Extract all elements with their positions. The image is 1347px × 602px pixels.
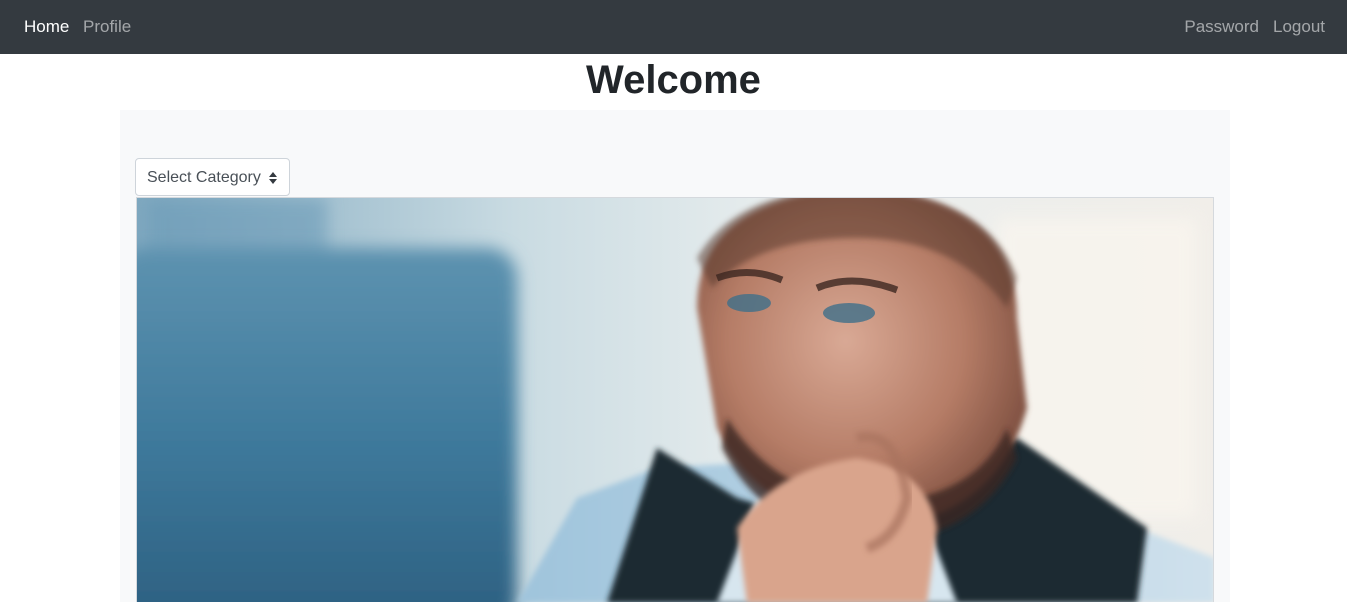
category-select[interactable]: Select Category	[135, 158, 290, 196]
top-navbar: Home Profile Password Logout	[0, 0, 1347, 54]
nav-profile-link[interactable]: Profile	[83, 17, 131, 37]
nav-logout-link[interactable]: Logout	[1273, 17, 1325, 37]
category-select-value: Select Category	[147, 169, 261, 186]
page-title: Welcome	[586, 58, 761, 102]
hero-image	[136, 197, 1214, 602]
man-at-computer-photo	[137, 198, 1213, 602]
nav-password-link[interactable]: Password	[1184, 17, 1259, 37]
sort-arrows-icon	[269, 172, 277, 184]
nav-home-link[interactable]: Home	[24, 17, 69, 37]
